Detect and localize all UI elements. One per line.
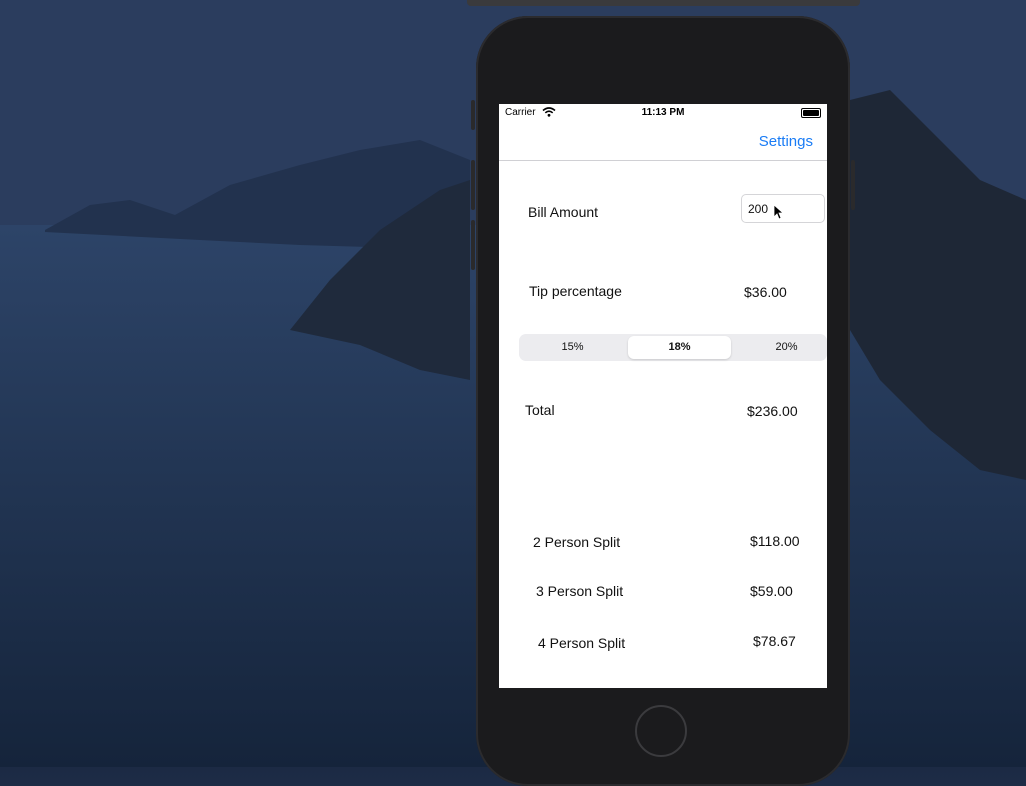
- four-person-split-value: $78.67: [753, 633, 796, 649]
- navigation-bar: Settings: [499, 124, 827, 161]
- four-person-split-label: 4 Person Split: [538, 635, 626, 651]
- mute-switch: [471, 100, 475, 130]
- bill-amount-input[interactable]: [741, 194, 825, 223]
- tip-segment-18[interactable]: 18%: [628, 336, 731, 359]
- tip-segment-15[interactable]: 15%: [521, 336, 624, 359]
- tip-segmented-control: 15% 18% 20%: [519, 334, 827, 361]
- settings-button[interactable]: Settings: [759, 133, 813, 150]
- status-bar: Carrier 11:13 PM: [499, 104, 827, 124]
- two-person-split-label: 2 Person Split: [533, 534, 621, 550]
- volume-up-button: [471, 160, 475, 210]
- battery-icon: [801, 108, 821, 118]
- three-person-split-value: $59.00: [750, 583, 793, 599]
- total-amount-value: $236.00: [747, 403, 798, 419]
- app-screen: Carrier 11:13 PM Settings Bill Amount Ti…: [499, 104, 827, 688]
- power-button: [851, 160, 855, 210]
- bill-amount-label: Bill Amount: [528, 204, 599, 220]
- three-person-split-label: 3 Person Split: [536, 583, 624, 599]
- home-button[interactable]: [635, 705, 687, 757]
- tip-percentage-label: Tip percentage: [529, 283, 622, 299]
- volume-down-button: [471, 220, 475, 270]
- status-time: 11:13 PM: [641, 107, 685, 118]
- two-person-split-value: $118.00: [750, 533, 800, 549]
- total-label: Total: [525, 402, 555, 418]
- mouse-pointer-icon: [773, 204, 785, 225]
- tip-amount-value: $36.00: [744, 284, 787, 300]
- window-top-edge: [467, 0, 860, 6]
- tip-segment-20[interactable]: 20%: [735, 336, 827, 359]
